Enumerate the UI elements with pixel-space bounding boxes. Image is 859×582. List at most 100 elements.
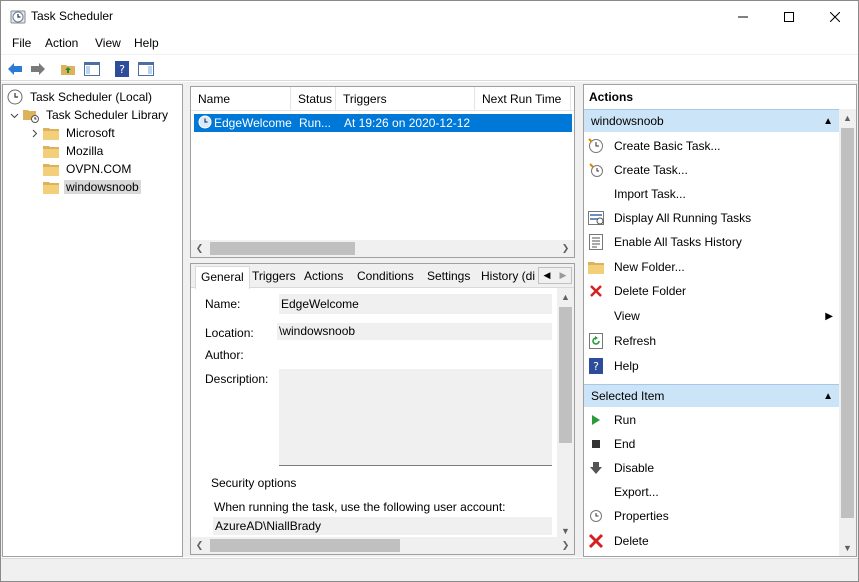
delete-x-icon [588,283,604,299]
history-icon [588,234,604,250]
folder-icon [43,163,59,176]
action-refresh[interactable]: Refresh [584,329,839,353]
tree-library[interactable]: Task Scheduler Library [9,106,170,124]
clock-icon [10,10,26,24]
scroll-right-icon[interactable]: ❯ [557,537,574,554]
folder-icon [43,181,59,194]
action-view[interactable]: View ▶ [584,304,839,328]
svg-text:?: ? [593,360,599,373]
section-folder[interactable]: windowsnoob ▲ [584,109,839,132]
description-label: Description: [205,372,269,386]
action-pane-icon [138,61,154,76]
section-selected-item[interactable]: Selected Item ▲ [584,384,839,407]
action-properties[interactable]: Properties [584,504,839,528]
column-name[interactable]: Name [191,87,291,111]
scroll-up-icon[interactable]: ▲ [557,288,574,305]
user-account-field: AzureAD\NiallBrady [213,517,552,535]
tree-folder-windowsnoob[interactable]: windowsnoob [43,178,141,196]
table-row[interactable]: EdgeWelcome Run... At 19:26 on 2020-12-1… [194,114,572,132]
clock-icon [7,89,23,105]
scroll-left-icon[interactable]: ❮ [191,537,208,554]
menu-view[interactable]: View [95,36,121,50]
scroll-thumb[interactable] [841,128,854,518]
tab-scroll-left-icon[interactable]: ◀ [539,268,555,283]
action-help[interactable]: ? Help [584,354,839,378]
column-next-run-time[interactable]: Next Run Time [475,87,571,111]
task-list-hscroll[interactable]: ❮ ❯ [191,240,574,257]
tree-folder-mozilla[interactable]: Mozilla [43,142,105,160]
scroll-right-icon[interactable]: ❯ [557,240,574,257]
folder-icon [43,145,59,158]
actions-vscroll[interactable]: ▲ ▼ [839,109,856,556]
scroll-left-icon[interactable]: ❮ [191,240,208,257]
scroll-up-icon[interactable]: ▲ [839,109,856,126]
action-import-task[interactable]: Import Task... [584,182,839,206]
back-button[interactable] [5,59,25,78]
details-hscroll[interactable]: ❮ ❯ [191,537,574,554]
collapse-caret-icon[interactable]: ▲ [823,385,833,408]
action-new-folder[interactable]: New Folder... [584,255,839,279]
tree-library-label: Task Scheduler Library [46,108,169,122]
maximize-button[interactable] [766,1,812,32]
task-triggers: At 19:26 on 2020-12-12 [344,116,471,130]
action-display-running[interactable]: Display All Running Tasks [584,206,839,230]
description-field[interactable] [279,369,552,466]
action-enable-history[interactable]: Enable All Tasks History [584,230,839,254]
show-hide-action-pane-button[interactable] [136,59,156,78]
tab-history[interactable]: History (di [476,266,538,288]
detail-tabs: General Triggers Actions Conditions Sett… [191,264,574,289]
minimize-icon [738,16,748,17]
tab-scroll-right-icon[interactable]: ▶ [555,268,571,283]
blank-icon [588,484,604,500]
close-icon [830,11,840,22]
new-folder-icon [588,259,604,275]
collapse-caret-icon[interactable]: ▲ [823,110,833,133]
chevron-down-icon[interactable] [9,110,19,120]
forward-button[interactable] [28,59,48,78]
action-run[interactable]: Run [584,408,839,432]
tab-settings[interactable]: Settings [422,266,475,288]
details-vscroll[interactable]: ▲ ▼ [557,288,574,539]
scroll-thumb[interactable] [559,307,572,443]
name-label: Name: [205,297,241,311]
scroll-thumb[interactable] [210,242,355,255]
delete-x-icon [588,533,604,549]
tab-scroller: ◀ ▶ [538,267,572,284]
disable-arrow-icon [588,460,604,476]
action-disable[interactable]: Disable [584,456,839,480]
column-triggers[interactable]: Triggers [336,87,475,111]
action-export[interactable]: Export... [584,480,839,504]
up-folder-button[interactable] [58,59,78,78]
title-bar: Task Scheduler [1,1,858,32]
tree-root[interactable]: Task Scheduler (Local) [7,88,154,106]
menu-help[interactable]: Help [134,36,159,50]
menu-action[interactable]: Action [45,36,78,50]
svg-text:?: ? [119,63,125,76]
tree-folder-ovpn[interactable]: OVPN.COM [43,160,133,178]
task-clock-icon [198,115,212,129]
close-button[interactable] [812,1,858,32]
scroll-thumb[interactable] [210,539,400,552]
column-status[interactable]: Status [291,87,336,111]
action-end[interactable]: End [584,432,839,456]
folder-icon [43,127,59,140]
action-delete[interactable]: Delete [584,529,839,553]
minimize-button[interactable] [720,1,766,32]
chevron-right-icon[interactable] [29,128,39,138]
name-field[interactable]: EdgeWelcome [279,294,552,314]
scroll-down-icon[interactable]: ▼ [839,539,856,556]
task-name: EdgeWelcome [214,116,292,130]
action-delete-folder[interactable]: Delete Folder [584,279,839,303]
show-hide-tree-button[interactable] [82,59,102,78]
action-create-task[interactable]: Create Task... [584,158,839,182]
menu-file[interactable]: File [12,36,31,50]
tab-actions[interactable]: Actions [299,266,348,288]
tree-folder-microsoft[interactable]: Microsoft [29,124,117,142]
help-toolbar-button[interactable]: ? [112,59,132,78]
tab-conditions[interactable]: Conditions [352,266,419,288]
tab-general[interactable]: General [195,266,250,289]
action-create-basic-task[interactable]: Create Basic Task... [584,134,839,158]
task-scheduler-window: Task Scheduler File Action View Help ? T… [0,0,859,582]
task-list-header: Name Status Triggers Next Run Time [191,87,574,111]
tab-triggers[interactable]: Triggers [247,266,301,288]
